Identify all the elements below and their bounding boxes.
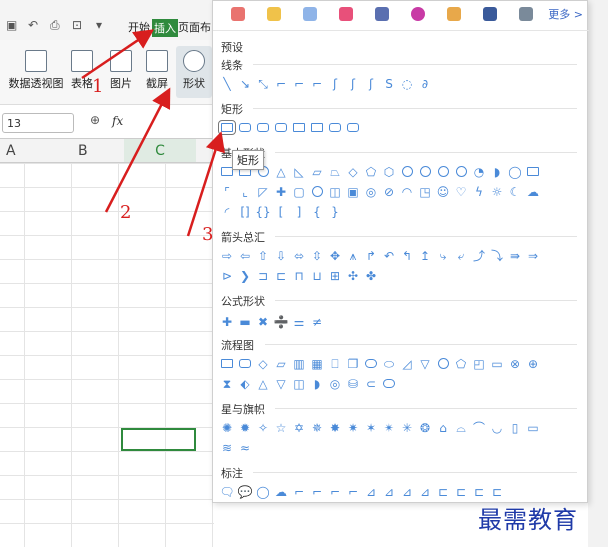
- annotation-number-3: 3: [202, 224, 214, 245]
- watermark: 最需教育: [478, 506, 578, 534]
- arrow-1: [81, 29, 155, 80]
- annotation-number-1: 1: [92, 76, 104, 97]
- arrow-2: [104, 87, 171, 213]
- annotation-number-2: 2: [120, 202, 132, 223]
- arrow-3: [186, 131, 225, 237]
